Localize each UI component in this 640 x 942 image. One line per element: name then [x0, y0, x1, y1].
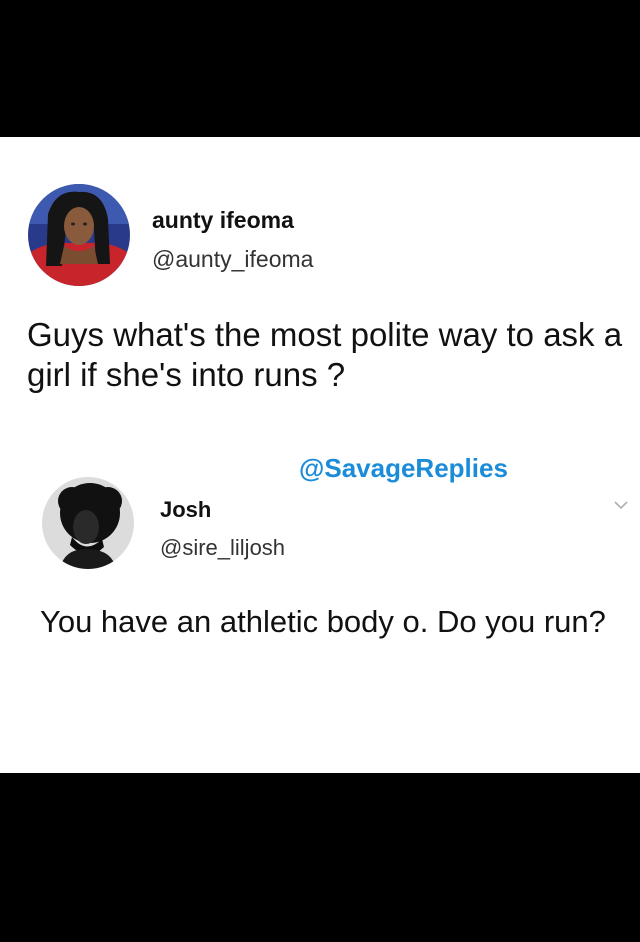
- bottom-black-bar: [0, 773, 640, 942]
- top-black-bar: [0, 0, 640, 137]
- avatar-aunty-ifeoma[interactable]: [28, 184, 130, 286]
- chevron-down-icon[interactable]: [613, 499, 629, 511]
- tweet-text: Guys what's the most polite way to ask a…: [27, 316, 623, 393]
- user-handle[interactable]: @sire_liljosh: [160, 535, 285, 561]
- display-name[interactable]: Josh: [160, 497, 211, 523]
- avatar-image: [28, 184, 130, 286]
- avatar-image: [42, 477, 134, 569]
- screenshot-card: aunty ifeoma @aunty_ifeoma Guys what's t…: [0, 137, 640, 773]
- user-handle[interactable]: @aunty_ifeoma: [152, 246, 313, 273]
- display-name[interactable]: aunty ifeoma: [152, 207, 294, 234]
- avatar-josh[interactable]: [42, 477, 134, 569]
- reply-text: You have an athletic body o. Do you run?: [40, 604, 606, 639]
- watermark: @SavageReplies: [299, 453, 508, 483]
